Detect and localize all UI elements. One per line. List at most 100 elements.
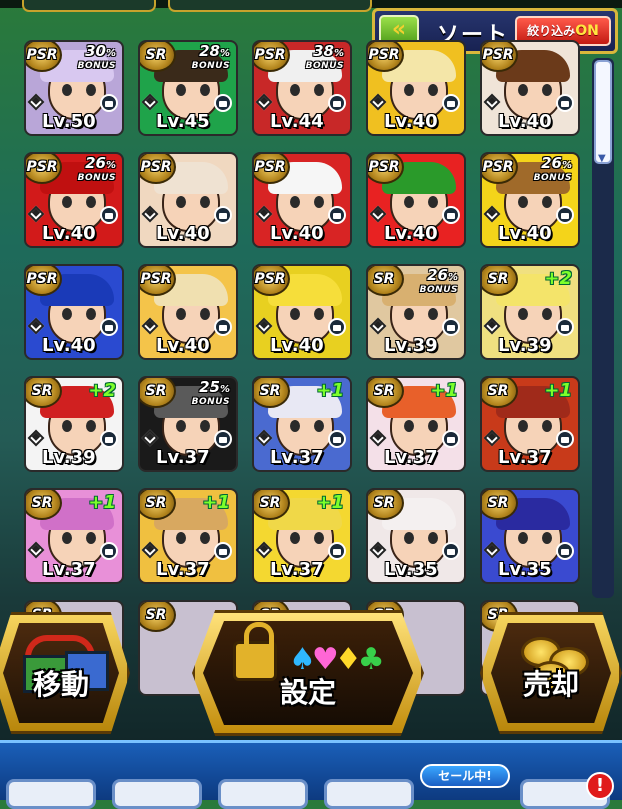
eye: [86, 84, 96, 96]
lock-icon[interactable]: [442, 94, 460, 112]
eye: [518, 308, 528, 320]
lock-icon[interactable]: [328, 318, 346, 336]
character-card[interactable]: PSR Lv.40: [480, 40, 580, 136]
lock-icon[interactable]: [556, 430, 574, 448]
character-card[interactable]: PSR Lv.40: [24, 264, 124, 360]
level-label: Lv.39: [384, 335, 438, 356]
level-label: Lv.40: [498, 111, 552, 132]
lock-icon[interactable]: [100, 542, 118, 560]
character-card[interactable]: SR +2 Lv.39: [24, 376, 124, 472]
lock-icon[interactable]: [556, 206, 574, 224]
lock-icon[interactable]: [100, 430, 118, 448]
sale-badge[interactable]: セール中!: [420, 764, 510, 788]
character-card[interactable]: SR +1 Lv.37: [366, 376, 466, 472]
lock-icon[interactable]: [214, 430, 232, 448]
bonus-badge: 28% BONUS: [191, 42, 230, 72]
limit-break-badge: +1: [88, 492, 116, 513]
level-label: Lv.40: [156, 223, 210, 244]
lock-icon[interactable]: [214, 318, 232, 336]
level-label: Lv.40: [42, 223, 96, 244]
character-card[interactable]: PSR 26% BONUS Lv.40: [480, 152, 580, 248]
sell-button[interactable]: 売却: [480, 612, 622, 734]
eye: [404, 84, 414, 96]
character-card[interactable]: SR +1 Lv.37: [480, 376, 580, 472]
tab-item[interactable]: [324, 779, 414, 809]
diamond-icon: [483, 205, 501, 223]
tab-item[interactable]: [218, 779, 308, 809]
settings-button[interactable]: ♠♥♦♣ 設定: [192, 610, 424, 736]
lock-icon[interactable]: [214, 206, 232, 224]
eye: [176, 532, 186, 544]
scroll-thumb[interactable]: [594, 60, 612, 164]
bonus-badge: 26% BONUS: [533, 154, 572, 184]
lock-icon[interactable]: [100, 318, 118, 336]
lock-icon[interactable]: [556, 542, 574, 560]
lock-icon[interactable]: [328, 206, 346, 224]
character-card[interactable]: SR Lv.35: [366, 488, 466, 584]
diamond-icon: [27, 93, 45, 111]
level-label: Lv.40: [384, 223, 438, 244]
limit-break-badge: +1: [202, 492, 230, 513]
lock-icon[interactable]: [442, 430, 460, 448]
character-card[interactable]: SR 25% BONUS Lv.37: [138, 376, 238, 472]
lock-icon[interactable]: [442, 542, 460, 560]
character-card[interactable]: SR 28% BONUS Lv.45: [138, 40, 238, 136]
character-card[interactable]: SR 26% BONUS Lv.39: [366, 264, 466, 360]
lock-icon[interactable]: [100, 206, 118, 224]
character-card[interactable]: PSR 38% BONUS Lv.44: [252, 40, 352, 136]
limit-break-badge: +2: [88, 380, 116, 401]
lock-icon[interactable]: [214, 542, 232, 560]
diamond-icon: [369, 541, 387, 559]
eye: [314, 84, 324, 96]
lock-icon[interactable]: [214, 94, 232, 112]
lock-icon[interactable]: [328, 94, 346, 112]
move-button[interactable]: 移動: [0, 612, 130, 734]
character-card[interactable]: PSR 26% BONUS Lv.40: [24, 152, 124, 248]
lock-icon[interactable]: [328, 542, 346, 560]
character-card[interactable]: SR Lv.35: [480, 488, 580, 584]
diamond-icon: [141, 317, 159, 335]
diamond-icon: [483, 429, 501, 447]
eye: [86, 532, 96, 544]
action-bar: 移動 ♠♥♦♣ 設定 売却: [0, 600, 622, 740]
tab-item[interactable]: [6, 779, 96, 809]
eye: [314, 532, 324, 544]
limit-break-badge: +1: [316, 492, 344, 513]
character-card[interactable]: PSR Lv.40: [252, 152, 352, 248]
character-card[interactable]: PSR Lv.40: [252, 264, 352, 360]
character-card[interactable]: SR +1 Lv.37: [24, 488, 124, 584]
limit-break-badge: +1: [316, 380, 344, 401]
diamond-icon: [369, 317, 387, 335]
scrollbar[interactable]: [592, 58, 614, 598]
diamond-icon: [27, 317, 45, 335]
character-card[interactable]: PSR Lv.40: [138, 264, 238, 360]
filter-state: ON: [575, 23, 599, 39]
tab-item[interactable]: [112, 779, 202, 809]
lock-icon[interactable]: [100, 94, 118, 112]
bonus-badge: 30% BONUS: [77, 42, 116, 72]
top-counter-pill: [168, 0, 372, 12]
alert-icon[interactable]: !: [586, 772, 614, 800]
eye: [200, 196, 210, 208]
level-label: Lv.45: [156, 111, 210, 132]
eye: [200, 84, 210, 96]
level-label: Lv.35: [498, 559, 552, 580]
character-card[interactable]: PSR 30% BONUS Lv.50: [24, 40, 124, 136]
lock-icon[interactable]: [556, 318, 574, 336]
lock-icon[interactable]: [556, 94, 574, 112]
lock-icon[interactable]: [442, 206, 460, 224]
character-card[interactable]: SR +1 Lv.37: [252, 376, 352, 472]
lock-icon[interactable]: [328, 430, 346, 448]
character-card[interactable]: PSR Lv.40: [366, 40, 466, 136]
character-card[interactable]: PSR Lv.40: [366, 152, 466, 248]
level-label: Lv.50: [42, 111, 96, 132]
lock-icon[interactable]: [442, 318, 460, 336]
character-card[interactable]: SR +2 Lv.39: [480, 264, 580, 360]
eye: [86, 196, 96, 208]
character-card[interactable]: SR +1 Lv.37: [138, 488, 238, 584]
eye: [176, 196, 186, 208]
eye: [518, 196, 528, 208]
character-card[interactable]: SR +1 Lv.37: [252, 488, 352, 584]
diamond-icon: [141, 429, 159, 447]
character-card[interactable]: PSR Lv.40: [138, 152, 238, 248]
